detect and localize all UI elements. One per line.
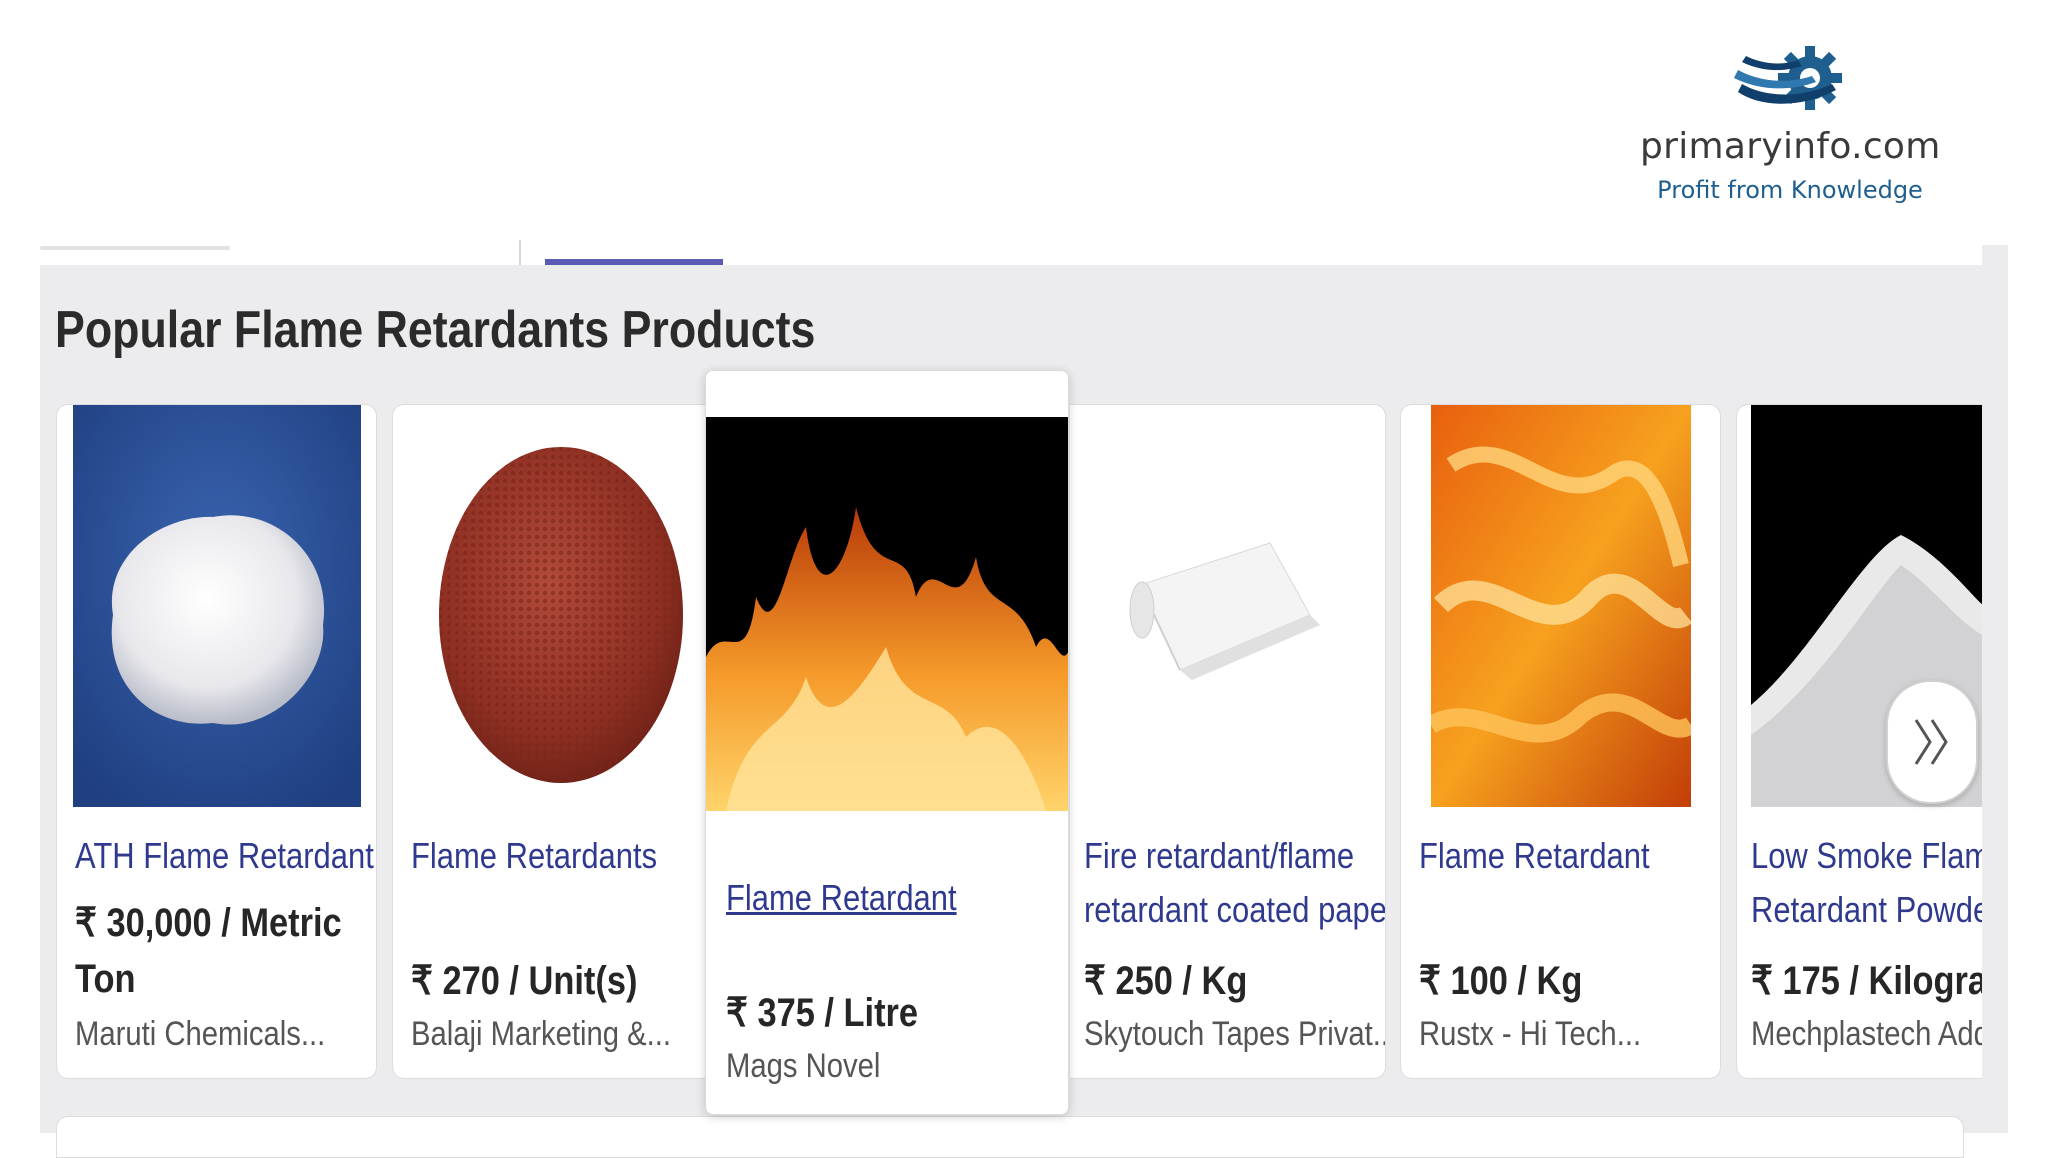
product-price: ₹ 30,000 / Metric — [75, 901, 342, 945]
flames-image — [706, 417, 1068, 811]
product-name-link[interactable]: Flame Retardant — [1419, 829, 1650, 883]
product-image[interactable] — [706, 417, 1068, 811]
product-card[interactable]: Flame Retardant ₹ 100 / Kg Rustx - Hi Te… — [1400, 404, 1721, 1079]
seller-name[interactable]: Mechplastech Addi — [1751, 1015, 1982, 1054]
logo-tagline: Profit from Knowledge — [1657, 176, 1923, 204]
product-image[interactable] — [1070, 405, 1376, 807]
primaryinfo-logo: primaryinfo.com Profit from Knowledge — [1640, 38, 1940, 208]
tab-divider — [519, 240, 521, 266]
product-card[interactable]: ATH Flame Retardant ₹ 30,000 / Metric To… — [56, 404, 377, 1079]
product-name-link-line2[interactable]: retardant coated paper — [1084, 883, 1385, 937]
product-card[interactable]: Fire retardant/flame retardant coated pa… — [1070, 404, 1386, 1079]
red-granules-image — [439, 447, 683, 783]
seller-name[interactable]: Balaji Marketing &... — [411, 1015, 671, 1054]
product-name-link[interactable]: Low Smoke Flam — [1751, 829, 1982, 883]
double-chevron-right-icon — [1914, 719, 1948, 765]
product-name-link[interactable]: Flame Retardant — [726, 871, 957, 925]
seller-name[interactable]: Skytouch Tapes Privat... — [1084, 1015, 1385, 1054]
product-price-unit: Ton — [75, 957, 136, 1001]
product-image[interactable] — [1431, 405, 1691, 807]
panel-edge — [1982, 245, 2008, 1133]
product-name-link[interactable]: ATH Flame Retardant — [75, 829, 374, 883]
product-image[interactable] — [73, 405, 361, 807]
logo-text: primaryinfo.com — [1640, 126, 1941, 167]
seller-name[interactable]: Maruti Chemicals... — [75, 1015, 325, 1054]
product-price: ₹ 270 / Unit(s) — [411, 959, 638, 1003]
product-name-link[interactable]: Flame Retardants — [411, 829, 657, 883]
product-image[interactable] — [413, 405, 703, 807]
product-card-hovered[interactable]: Flame Retardant ₹ 375 / Litre Mags Novel — [705, 370, 1069, 1115]
product-price: ₹ 100 / Kg — [1419, 959, 1583, 1003]
orange-flames-image — [1431, 405, 1691, 807]
product-name-link[interactable]: Fire retardant/flame — [1084, 829, 1354, 883]
product-name-link-line2[interactable]: Retardant Powde — [1751, 883, 1982, 937]
section-title: Popular Flame Retardants Products — [55, 301, 816, 359]
product-price: ₹ 250 / Kg — [1084, 959, 1248, 1003]
product-card[interactable]: Flame Retardants ₹ 270 / Unit(s) Balaji … — [392, 404, 713, 1079]
tab-underline — [40, 246, 230, 250]
paper-roll-image — [1129, 542, 1320, 680]
product-price: ₹ 175 / Kilogran — [1751, 959, 1982, 1003]
carousel-next-button[interactable] — [1886, 680, 1978, 804]
seller-name[interactable]: Mags Novel — [726, 1047, 880, 1086]
product-price: ₹ 375 / Litre — [726, 991, 919, 1035]
white-powder-image — [73, 405, 361, 807]
gear-swoosh-icon — [1734, 46, 1842, 110]
seller-name[interactable]: Rustx - Hi Tech... — [1419, 1015, 1641, 1054]
